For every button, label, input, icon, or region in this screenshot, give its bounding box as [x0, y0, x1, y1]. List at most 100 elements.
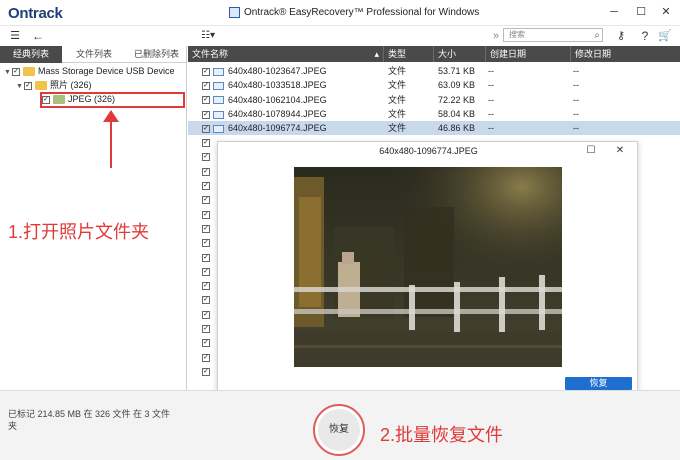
checkbox[interactable]: ✓: [202, 167, 210, 176]
checkbox[interactable]: ✓: [202, 139, 210, 148]
file-created: --: [488, 123, 494, 134]
annotation-step1: 1.打开照片文件夹: [8, 222, 150, 242]
arrow-shaft: [110, 118, 112, 168]
key-icon[interactable]: ⚷: [614, 28, 628, 44]
file-name: 640x480-1033518.JPEG: [228, 80, 327, 91]
restore-button[interactable]: 恢复: [318, 409, 360, 451]
view-mode-button[interactable]: ☷▾: [198, 28, 218, 44]
checkbox[interactable]: ✓: [202, 153, 210, 162]
window-title: Ontrack® EasyRecovery™ Professional for …: [244, 7, 480, 18]
back-button[interactable]: ←: [30, 28, 46, 44]
file-size: 46.86 KB: [438, 123, 476, 134]
checkbox[interactable]: ✓: [202, 110, 210, 119]
tab-deleted-list[interactable]: 已删除列表: [126, 46, 187, 63]
image-file-icon: [213, 81, 224, 90]
file-modified: --: [573, 123, 579, 134]
minimize-icon[interactable]: ─: [607, 5, 621, 19]
checkbox[interactable]: ✓: [202, 339, 210, 348]
file-modified: --: [573, 66, 579, 76]
help-icon[interactable]: ?: [638, 28, 652, 44]
checkbox[interactable]: ✓: [202, 196, 210, 205]
toolbar: ☰ ← ☷▾ » 搜索 ⌕ ⚷ ? 🛒: [0, 26, 680, 46]
checkbox[interactable]: ✓: [202, 67, 210, 76]
checkbox[interactable]: ✓: [202, 296, 210, 305]
preview-title: 640x480-1096774.JPEG: [379, 146, 478, 156]
column-header-created[interactable]: 创建日期: [486, 46, 571, 62]
tab-classic-list[interactable]: 经典列表: [0, 46, 62, 63]
preview-close-icon[interactable]: ✕: [613, 144, 627, 158]
tree-item-photos[interactable]: ▼ ✓ 照片 (326): [16, 79, 92, 92]
checkbox[interactable]: ✓: [202, 96, 210, 105]
photo-preview-image: [294, 167, 562, 367]
checkbox[interactable]: ✓: [202, 239, 210, 248]
expand-icon[interactable]: ▼: [4, 66, 12, 79]
table-row[interactable]: ✓ 640x480-1023647.JPEG 文件 53.71 KB -- --: [188, 64, 680, 78]
search-icon[interactable]: ⌕: [592, 28, 602, 44]
checkbox[interactable]: ✓: [202, 325, 210, 334]
image-file-icon: [213, 110, 224, 119]
preview-restore-button[interactable]: 恢复: [565, 377, 632, 390]
column-header-size[interactable]: 大小: [434, 46, 486, 62]
checkbox[interactable]: ✓: [202, 210, 210, 219]
file-name: 640x480-1062104.JPEG: [228, 94, 327, 105]
search-input[interactable]: 搜索: [503, 28, 603, 42]
file-size: 72.22 KB: [438, 94, 476, 105]
menu-icon[interactable]: ☰: [8, 28, 22, 44]
file-created: --: [488, 94, 494, 105]
image-file-icon: [213, 67, 224, 76]
column-header-name[interactable]: 文件名称 ▴: [188, 46, 384, 62]
checkbox[interactable]: ✓: [202, 182, 210, 191]
checkbox[interactable]: ✓: [202, 81, 210, 90]
file-modified: --: [573, 80, 579, 91]
file-type: 文件: [388, 66, 407, 76]
column-header-type[interactable]: 类型: [384, 46, 434, 62]
checkbox[interactable]: ✓: [202, 353, 210, 362]
file-modified: --: [573, 108, 579, 119]
sort-up-icon: ▴: [374, 49, 379, 59]
cart-icon[interactable]: 🛒: [658, 28, 672, 44]
file-name: 640x480-1023647.JPEG: [228, 66, 327, 76]
checkbox[interactable]: ✓: [202, 253, 210, 262]
preview-dialog: 640x480-1096774.JPEG ☐ ✕ 恢复: [217, 141, 638, 399]
folder-icon: [23, 67, 35, 77]
file-created: --: [488, 66, 494, 76]
file-type: 文件: [388, 123, 407, 134]
file-name: 640x480-1078944.JPEG: [228, 108, 327, 119]
highlight-box: [40, 92, 185, 108]
checkbox[interactable]: ✓: [202, 282, 210, 291]
file-size: 58.04 KB: [438, 108, 476, 119]
tab-file-list[interactable]: 文件列表: [63, 46, 125, 63]
preview-maximize-icon[interactable]: ☐: [584, 144, 598, 158]
checkbox[interactable]: ✓: [202, 124, 210, 133]
file-size: 53.71 KB: [438, 66, 476, 76]
column-header-modified[interactable]: 修改日期: [571, 46, 680, 62]
file-type: 文件: [388, 94, 407, 105]
file-size: 63.09 KB: [438, 80, 476, 91]
view-tabs: 经典列表 文件列表 已删除列表: [0, 46, 187, 63]
file-type: 文件: [388, 80, 407, 91]
checkbox[interactable]: ✓: [202, 224, 210, 233]
bottom-bar: 已标记 214.85 MB 在 326 文件 在 3 文件夹 恢复 2.批量恢复…: [0, 390, 680, 460]
table-row[interactable]: ✓ 640x480-1078944.JPEG 文件 58.04 KB -- --: [188, 107, 680, 121]
status-text: 已标记 214.85 MB 在 326 文件 在 3 文件夹: [8, 409, 171, 431]
title-bar: Ontrack Ontrack® EasyRecovery™ Professio…: [0, 0, 680, 26]
table-row[interactable]: ✓ 640x480-1062104.JPEG 文件 72.22 KB -- --: [188, 93, 680, 107]
app-logo: Ontrack: [8, 5, 63, 22]
checkbox[interactable]: ✓: [202, 310, 210, 319]
table-row[interactable]: ✓ 640x480-1096774.JPEG 文件 46.86 KB -- --: [188, 121, 680, 136]
more-chevron-icon[interactable]: »: [490, 28, 502, 44]
close-icon[interactable]: ✕: [659, 5, 673, 19]
checkbox[interactable]: ✓: [24, 81, 32, 90]
column-headers: 文件名称 ▴ 类型 大小 创建日期 修改日期: [188, 46, 680, 62]
checkbox[interactable]: ✓: [202, 267, 210, 276]
file-type: 文件: [388, 108, 407, 119]
image-file-icon: [213, 124, 224, 133]
table-row[interactable]: ✓ 640x480-1033518.JPEG 文件 63.09 KB -- --: [188, 78, 680, 92]
maximize-icon[interactable]: ☐: [634, 5, 648, 19]
annotation-step2: 2.批量恢复文件: [380, 425, 504, 445]
expand-icon[interactable]: ▼: [16, 80, 24, 93]
image-file-icon: [213, 96, 224, 105]
checkbox[interactable]: ✓: [202, 367, 210, 376]
checkbox[interactable]: ✓: [12, 67, 20, 76]
tree-item-device[interactable]: ▼ ✓ Mass Storage Device USB Device: [4, 65, 175, 78]
